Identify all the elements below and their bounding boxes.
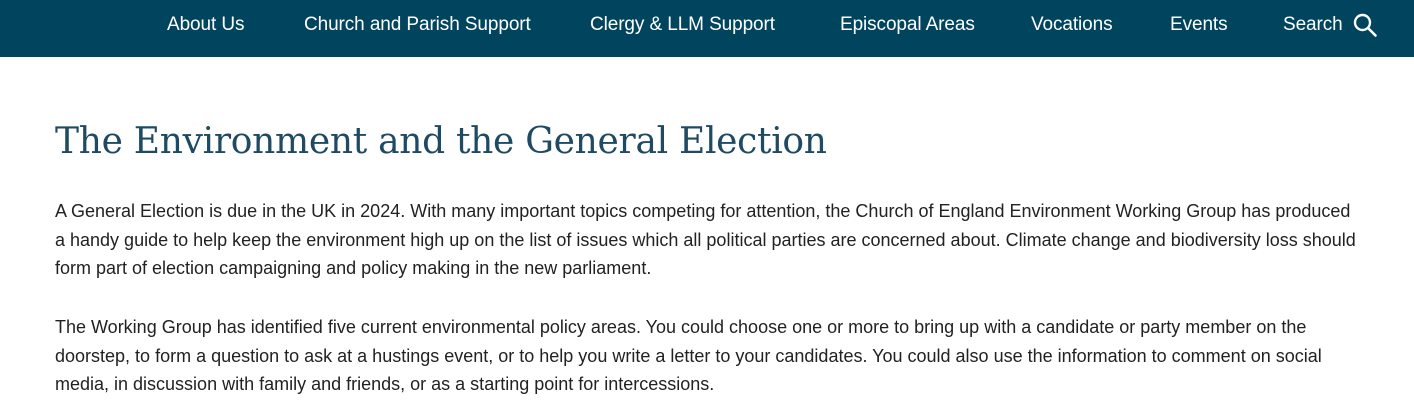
search-icon xyxy=(1352,12,1378,38)
intro-paragraph: A General Election is due in the UK in 2… xyxy=(55,201,1356,278)
search-label: Search xyxy=(1283,13,1343,35)
page-title: The Environment and the General Election xyxy=(55,121,827,162)
working-group-paragraph: The Working Group has identified five cu… xyxy=(55,317,1322,394)
nav-item-episcopal-areas[interactable]: Episcopal Areas xyxy=(840,0,975,49)
search-button[interactable]: Search xyxy=(1283,0,1378,49)
nav-item-about-us[interactable]: About Us xyxy=(167,0,244,49)
top-navigation-bar: About Us Church and Parish Support Clerg… xyxy=(0,0,1414,57)
nav-item-events[interactable]: Events xyxy=(1170,0,1228,49)
nav-item-clergy-llm-support[interactable]: Clergy & LLM Support xyxy=(590,0,775,49)
nav-item-church-and-parish-support[interactable]: Church and Parish Support xyxy=(304,0,531,49)
nav-item-vocations[interactable]: Vocations xyxy=(1031,0,1113,49)
